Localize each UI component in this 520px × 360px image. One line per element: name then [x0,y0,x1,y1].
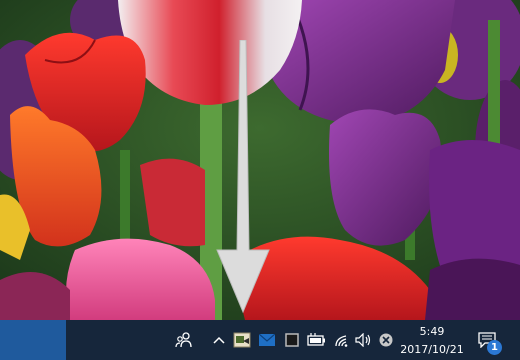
volume-icon[interactable] [352,328,376,352]
close-circle-icon[interactable] [374,328,398,352]
mail-icon[interactable] [255,328,279,352]
clock-time: 5:49 [419,325,445,338]
wifi-icon[interactable] [330,328,354,352]
square-app-icon[interactable] [280,328,304,352]
show-hidden-chevron-icon[interactable] [207,328,231,352]
notification-count-badge: 1 [487,340,502,355]
battery-icon[interactable] [304,328,328,352]
people-icon[interactable] [172,328,196,352]
taskbar: 5:49 2017/10/21 [0,320,520,360]
app-tray-icon[interactable] [230,328,254,352]
clock-date: 2017/10/21 [400,343,464,356]
clock[interactable]: 5:49 2017/10/21 [398,320,466,360]
active-app-button[interactable] [0,320,66,360]
pointer-arrow [216,40,270,314]
